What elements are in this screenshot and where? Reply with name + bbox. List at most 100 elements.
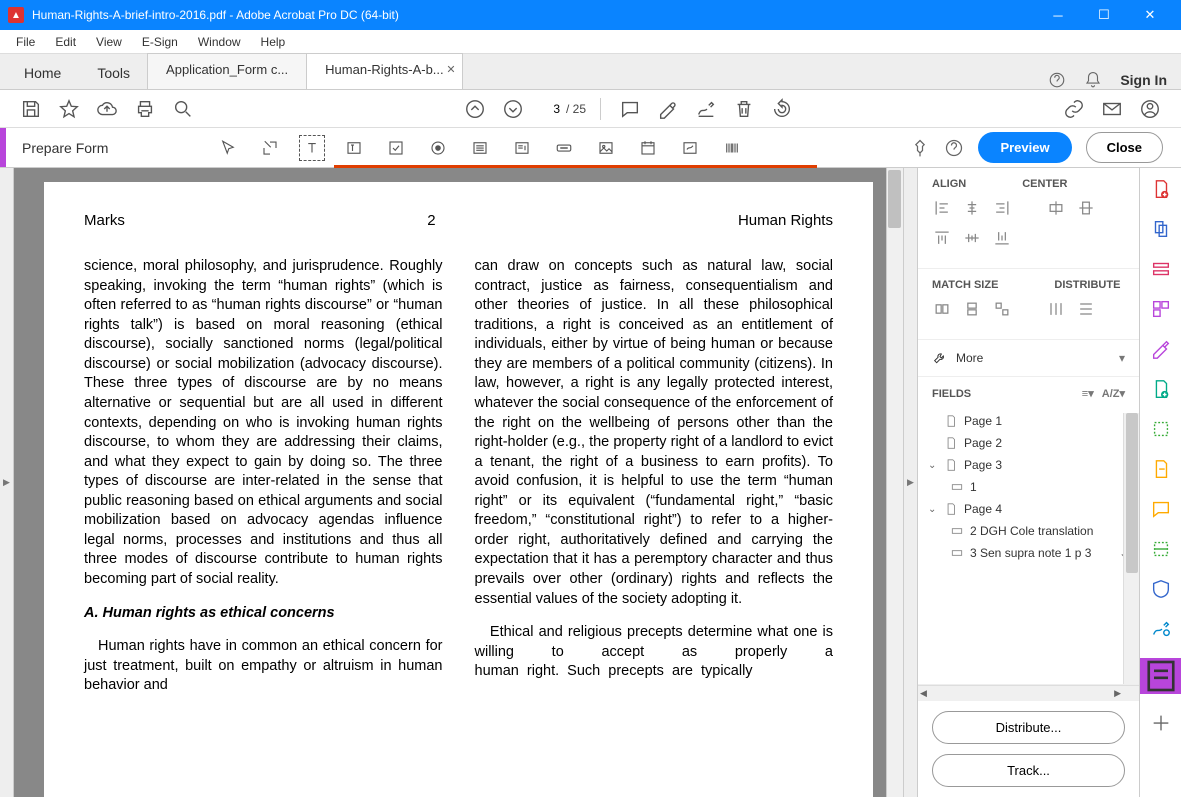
- menu-file[interactable]: File: [6, 33, 45, 51]
- page-icon: [944, 414, 958, 428]
- tree-page-3[interactable]: ⌄Page 3: [926, 454, 1131, 476]
- profile-icon[interactable]: [1139, 98, 1161, 120]
- bell-icon[interactable]: [1084, 71, 1102, 89]
- combine-icon[interactable]: [1150, 218, 1172, 240]
- tree-page-2[interactable]: Page 2: [926, 432, 1131, 454]
- distribute-vert-icon[interactable]: [1076, 299, 1096, 319]
- distribute-button[interactable]: Distribute...: [932, 711, 1125, 744]
- document-view[interactable]: Marks 2 Human Rights science, moral phil…: [14, 168, 903, 797]
- barcode-icon[interactable]: [720, 136, 744, 160]
- menu-window[interactable]: Window: [188, 33, 251, 51]
- create-pdf-icon[interactable]: [1150, 178, 1172, 200]
- sort-az-icon[interactable]: A/Z▾: [1102, 387, 1125, 400]
- comment-tool-icon[interactable]: [1150, 498, 1172, 520]
- sign-icon[interactable]: [695, 98, 717, 120]
- link-icon[interactable]: [1063, 98, 1085, 120]
- print-icon[interactable]: [134, 98, 156, 120]
- fields-scrollbar[interactable]: [1123, 413, 1139, 684]
- doc-scrollbar[interactable]: [886, 168, 903, 797]
- close-tab-icon[interactable]: ✕: [446, 63, 455, 76]
- center-horiz-icon[interactable]: [1046, 198, 1066, 218]
- prepare-form-tool-icon[interactable]: [1140, 658, 1181, 694]
- email-icon[interactable]: [1101, 98, 1123, 120]
- select-tool-icon[interactable]: [216, 136, 240, 160]
- track-button[interactable]: Track...: [932, 754, 1125, 787]
- maximize-button[interactable]: ☐: [1081, 0, 1127, 30]
- checkbox-icon[interactable]: [384, 136, 408, 160]
- preview-button[interactable]: Preview: [978, 132, 1071, 163]
- delete-icon[interactable]: [733, 98, 755, 120]
- pin-icon[interactable]: [910, 138, 930, 158]
- search-icon[interactable]: [172, 98, 194, 120]
- menu-view[interactable]: View: [86, 33, 132, 51]
- align-bottom-icon[interactable]: [992, 228, 1012, 248]
- list-icon[interactable]: [468, 136, 492, 160]
- page-number-input[interactable]: [532, 100, 562, 118]
- tree-page-4[interactable]: ⌄Page 4: [926, 498, 1131, 520]
- center-vert-icon[interactable]: [1076, 198, 1096, 218]
- tree-field[interactable]: 2 DGH Cole translation: [926, 520, 1131, 542]
- export-pdf-icon[interactable]: [1150, 378, 1172, 400]
- pdf-page: Marks 2 Human Rights science, moral phil…: [44, 182, 873, 797]
- align-top-icon[interactable]: [932, 228, 952, 248]
- more-options[interactable]: More ▾: [918, 340, 1139, 377]
- tree-field[interactable]: 3 Sen supra note 1 p 3⌄: [926, 542, 1131, 564]
- edit-pdf-icon[interactable]: [1150, 258, 1172, 280]
- match-height-icon[interactable]: [962, 299, 982, 319]
- fill-sign-icon[interactable]: [1150, 458, 1172, 480]
- align-middle-icon[interactable]: [962, 228, 982, 248]
- certify-icon[interactable]: [1150, 618, 1172, 640]
- left-panel-toggle[interactable]: ▶: [0, 168, 14, 797]
- save-icon[interactable]: [20, 98, 42, 120]
- radio-icon[interactable]: [426, 136, 450, 160]
- match-width-icon[interactable]: [932, 299, 952, 319]
- crop-icon[interactable]: [1150, 418, 1172, 440]
- tools-button[interactable]: Tools: [79, 57, 148, 89]
- page-header-right: Human Rights: [738, 212, 833, 229]
- help-circle-icon[interactable]: [944, 138, 964, 158]
- dropdown-icon[interactable]: [510, 136, 534, 160]
- field-icon: [950, 480, 964, 494]
- align-left-icon[interactable]: [932, 198, 952, 218]
- scan-icon[interactable]: [1150, 538, 1172, 560]
- image-field-icon[interactable]: [594, 136, 618, 160]
- tree-page-1[interactable]: Page 1: [926, 410, 1131, 432]
- menu-edit[interactable]: Edit: [45, 33, 86, 51]
- rotate-icon[interactable]: [771, 98, 793, 120]
- close-window-button[interactable]: ✕: [1127, 0, 1173, 30]
- prepare-form-label: Prepare Form: [6, 140, 216, 156]
- home-button[interactable]: Home: [6, 57, 79, 89]
- organize-icon[interactable]: [1150, 298, 1172, 320]
- protect-icon[interactable]: [1150, 578, 1172, 600]
- text-field-icon[interactable]: [300, 136, 324, 160]
- fields-hscroll[interactable]: ◀▶: [918, 685, 1139, 701]
- cloud-upload-icon[interactable]: [96, 98, 118, 120]
- page-up-icon[interactable]: [464, 98, 486, 120]
- sign-in-button[interactable]: Sign In: [1120, 72, 1167, 88]
- minimize-button[interactable]: ─: [1035, 0, 1081, 30]
- match-both-icon[interactable]: [992, 299, 1012, 319]
- close-button[interactable]: Close: [1086, 132, 1163, 163]
- document-tab[interactable]: Application_Form c...: [147, 53, 307, 89]
- menu-esign[interactable]: E-Sign: [132, 33, 188, 51]
- align-center-icon[interactable]: [962, 198, 982, 218]
- document-tab-active[interactable]: Human-Rights-A-b...✕: [306, 53, 462, 89]
- date-field-icon[interactable]: [636, 136, 660, 160]
- button-field-icon[interactable]: [552, 136, 576, 160]
- page-down-icon[interactable]: [502, 98, 524, 120]
- help-icon[interactable]: [1048, 71, 1066, 89]
- align-right-icon[interactable]: [992, 198, 1012, 218]
- sort-icon[interactable]: ≡▾: [1082, 387, 1094, 400]
- star-icon[interactable]: [58, 98, 80, 120]
- select-object-icon[interactable]: [258, 136, 282, 160]
- comment-icon[interactable]: [619, 98, 641, 120]
- more-tools-icon[interactable]: [1150, 712, 1172, 734]
- highlight-icon[interactable]: [657, 98, 679, 120]
- right-panel-toggle[interactable]: ▶: [903, 168, 917, 797]
- text-multiline-icon[interactable]: [342, 136, 366, 160]
- distribute-horiz-icon[interactable]: [1046, 299, 1066, 319]
- tree-field[interactable]: 1: [926, 476, 1131, 498]
- edit-icon[interactable]: [1150, 338, 1172, 360]
- signature-field-icon[interactable]: [678, 136, 702, 160]
- menu-help[interactable]: Help: [251, 33, 296, 51]
